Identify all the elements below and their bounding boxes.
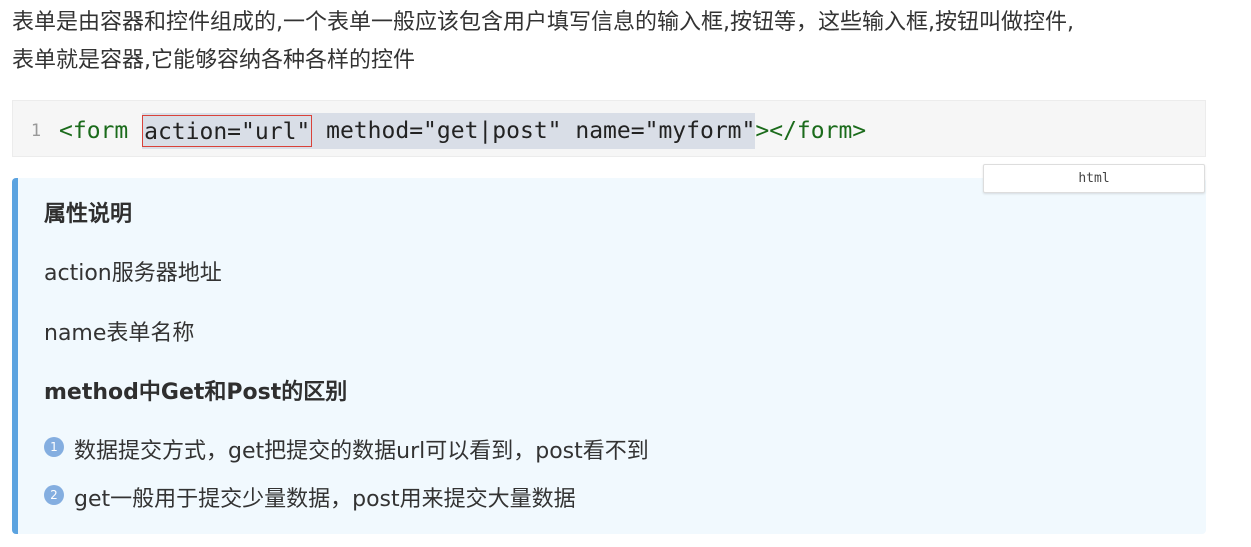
name-description: name表单名称 (44, 321, 195, 346)
form-open-tag: <form (59, 118, 143, 144)
intro-line-1: 表单是由容器和控件组成的,一个表单一般应该包含用户填写信息的输入框,按钮等，这些… (12, 10, 1074, 35)
code-block: 1 <form action="url" method="get|post" n… (12, 100, 1206, 157)
form-close-tag: ></form> (755, 118, 867, 144)
list-item-text: get一般用于提交少量数据，post用来提交大量数据 (74, 487, 576, 512)
code-line: 1 <form action="url" method="get|post" n… (13, 112, 866, 150)
selected-text[interactable]: action="url" method="get|post" name="myf… (142, 113, 756, 149)
method-heading: method中Get和Post的区别 (44, 380, 348, 405)
method-name-attrs: method="get|post" name="myform" (312, 118, 756, 144)
list-item: 1 数据提交方式，get把提交的数据url可以看到，post看不到 (44, 433, 649, 465)
action-description: action服务器地址 (44, 261, 222, 286)
note-heading: 属性说明 (44, 202, 133, 227)
intro-paragraph: 表单是由容器和控件组成的,一个表单一般应该包含用户填写信息的输入框,按钮等，这些… (12, 4, 1237, 80)
list-item-text: 数据提交方式，get把提交的数据url可以看到，post看不到 (74, 439, 649, 464)
code-language-label[interactable]: html (983, 164, 1205, 193)
attribute-note-box: 属性说明 action服务器地址 name表单名称 method中Get和Pos… (12, 178, 1206, 534)
list-item: 2 get一般用于提交少量数据，post用来提交大量数据 (44, 481, 576, 513)
number-badge-icon: 1 (44, 437, 64, 457)
intro-line-2: 表单就是容器,它能够容纳各种各样的控件 (12, 48, 415, 73)
number-badge-icon: 2 (44, 485, 64, 505)
line-number: 1 (30, 121, 42, 141)
highlighted-action-attr: action="url" (142, 115, 313, 147)
